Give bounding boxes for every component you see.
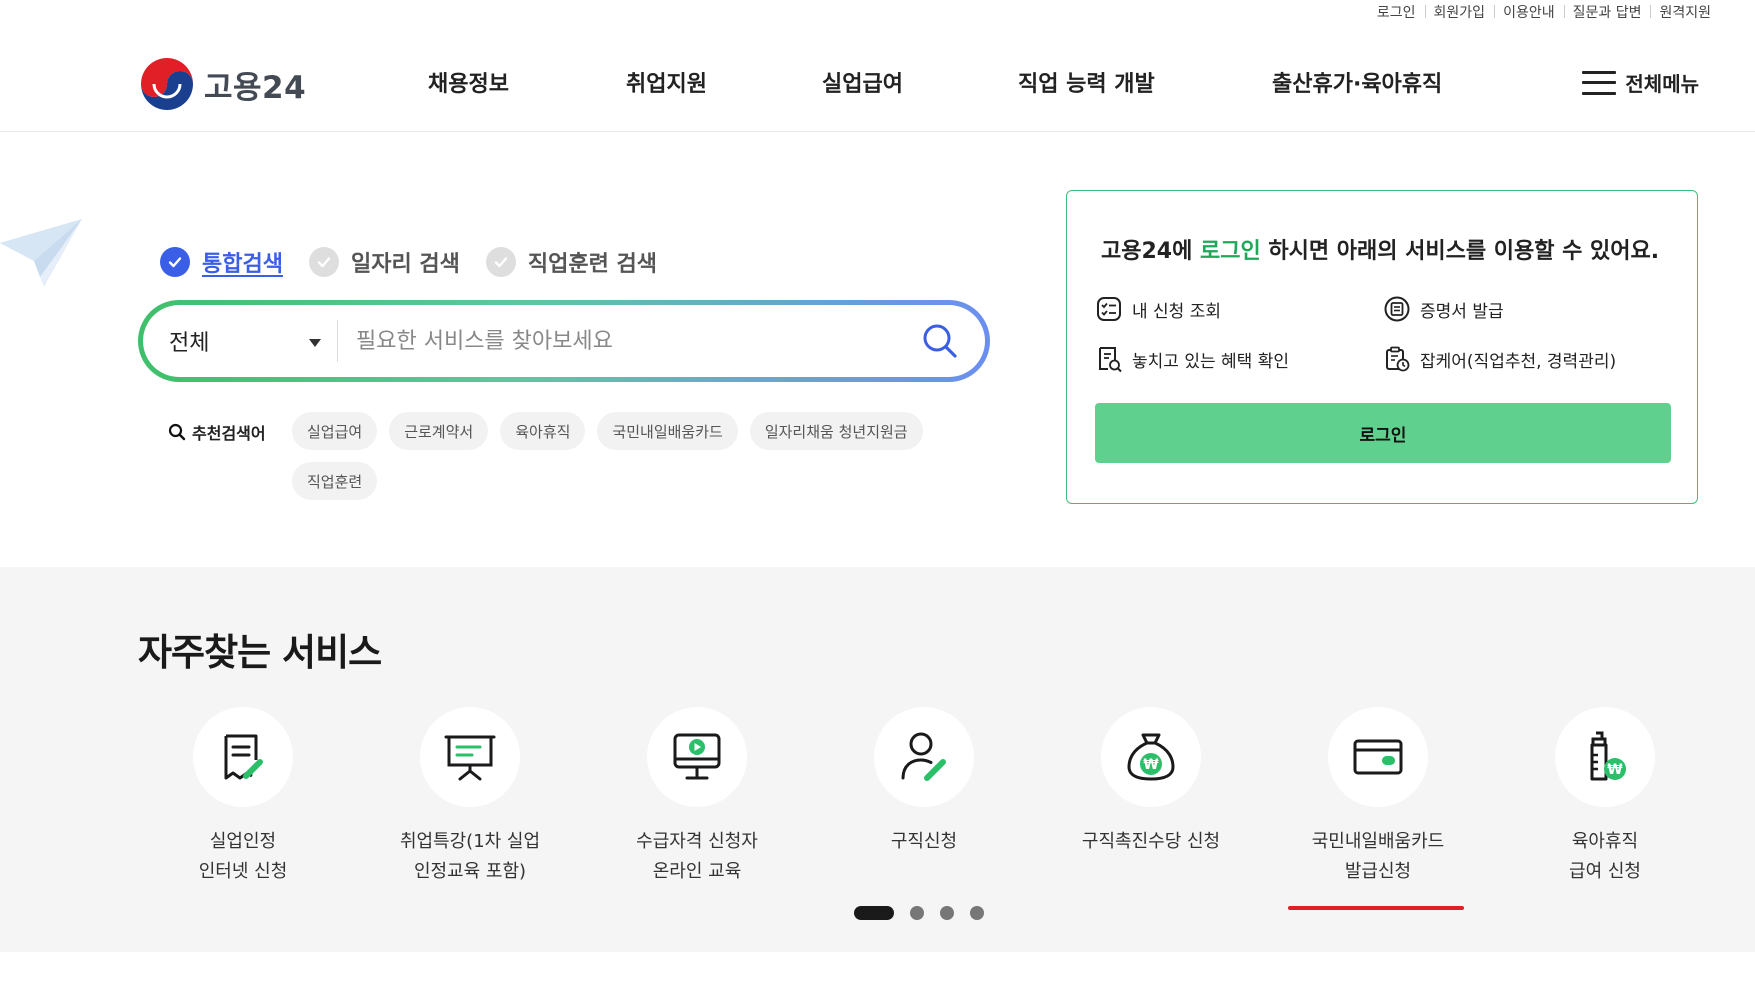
service-label: 구직신청 — [890, 831, 958, 852]
service-online-education[interactable]: 수급자격 신청자 온라인 교육 — [597, 707, 797, 887]
annotation-underline — [1288, 906, 1464, 910]
benefit-search-icon — [1099, 347, 1122, 373]
check-circle-icon — [485, 247, 516, 277]
nav-employment-support[interactable]: 취업지원 — [626, 66, 707, 98]
service-parental-leave-pay[interactable]: ₩ 육아휴직 급여 신청 — [1505, 707, 1705, 887]
svg-text:₩: ₩ — [1143, 757, 1159, 773]
util-signup-link[interactable]: 회원가입 — [1424, 2, 1495, 22]
keyword-chip[interactable]: 일자리채움 청년지원금 — [749, 412, 923, 450]
tab-integrated-search[interactable]: 통합검색 — [160, 246, 283, 278]
search-category-value: 전체 — [169, 331, 210, 356]
paper-plane-icon — [0, 219, 82, 287]
tab-training-search[interactable]: 직업훈련 검색 — [485, 246, 657, 278]
service-job-application[interactable]: 구직신청 — [824, 707, 1024, 857]
service-label: 실업인정 인터넷 신청 — [198, 831, 288, 882]
util-login-link[interactable]: 로그인 — [1368, 2, 1425, 22]
keyword-chip[interactable]: 육아휴직 — [500, 412, 586, 450]
login-card: 고용24에 로그인 하시면 아래의 서비스를 이용할 수 있어요. 내 신청 조… — [1066, 190, 1698, 504]
monitor-play-icon — [673, 733, 721, 780]
hamburger-icon — [1582, 70, 1617, 95]
card-icon — [1353, 739, 1403, 775]
util-qna-link[interactable]: 질문과 답변 — [1563, 2, 1651, 22]
check-circle-icon — [160, 247, 190, 277]
service-label: 취업특강(1차 실업 인정교육 포함) — [399, 831, 541, 882]
search-button[interactable] — [905, 305, 975, 377]
taegeuk-logo-icon — [141, 58, 193, 110]
tab-integrated-search-label: 통합검색 — [202, 252, 283, 277]
tab-job-search-label: 일자리 검색 — [350, 252, 460, 277]
util-guide-link[interactable]: 이용안내 — [1494, 2, 1564, 22]
service-learning-card[interactable]: 국민내일배움카드 발급신청 — [1278, 707, 1478, 887]
caret-down-icon — [309, 339, 321, 347]
pagination-dot-3[interactable] — [940, 906, 954, 920]
all-menu-label: 전체메뉴 — [1625, 72, 1699, 96]
service-missed-benefits[interactable]: 놓치고 있는 혜택 확인 — [1095, 345, 1289, 373]
site-logo[interactable]: 고용24 — [140, 57, 306, 111]
service-job-seeking-allowance[interactable]: ₩ 구직촉진수당 신청 — [1051, 707, 1251, 857]
search-icon — [168, 423, 186, 441]
service-employment-lecture[interactable]: 취업특강(1차 실업 인정교육 포함) — [370, 707, 570, 887]
money-bag-icon: ₩ — [1127, 733, 1175, 781]
service-label: 구직촉진수당 신청 — [1081, 831, 1221, 852]
search-box: 전체 — [138, 300, 990, 382]
service-label: 국민내일배움카드 발급신청 — [1311, 831, 1445, 882]
util-remote-support-link[interactable]: 원격지원 — [1650, 2, 1711, 22]
carousel-pagination — [854, 906, 1000, 920]
nav-parental-leave[interactable]: 출산휴가·육아휴직 — [1272, 66, 1442, 98]
pagination-dot-2[interactable] — [910, 906, 924, 920]
frequent-services-section: 자주찾는 서비스 실업인정 인터넷 신청 취업특강(1차 실업 인정교육 포함)… — [0, 567, 1755, 952]
check-circle-icon — [308, 247, 339, 277]
service-jobcare[interactable]: 잡케어(직업추천, 경력관리) — [1383, 345, 1616, 373]
search-tabs: 통합검색 일자리 검색 직업훈련 검색 — [160, 246, 683, 278]
checklist-icon — [1097, 297, 1121, 321]
pagination-dot-4[interactable] — [970, 906, 984, 920]
jobcare-icon — [1386, 346, 1410, 372]
nav-job-info[interactable]: 채용정보 — [428, 66, 509, 98]
tab-training-search-label: 직업훈련 검색 — [527, 252, 657, 277]
all-menu-button[interactable]: 전체메뉴 — [1582, 68, 1699, 97]
person-edit-icon — [901, 732, 946, 781]
service-my-applications[interactable]: 내 신청 조회 — [1095, 295, 1221, 323]
certificate-icon — [1384, 296, 1410, 322]
nav-vocational-training[interactable]: 직업 능력 개발 — [1018, 66, 1155, 98]
keyword-chip[interactable]: 직업훈련 — [292, 462, 378, 500]
login-card-title: 고용24에 로그인 하시면 아래의 서비스를 이용할 수 있어요. — [1101, 239, 1660, 264]
service-label: 육아휴직 급여 신청 — [1569, 831, 1641, 882]
search-category-select[interactable]: 전체 — [143, 305, 337, 377]
logo-text: 고용24 — [204, 69, 307, 106]
document-edit-icon — [224, 734, 263, 780]
section-title: 자주찾는 서비스 — [138, 631, 382, 674]
login-button[interactable]: 로그인 — [1095, 403, 1671, 463]
keyword-chip[interactable]: 근로계약서 — [389, 412, 489, 450]
search-icon — [923, 324, 957, 358]
service-unemployment-recognition[interactable]: 실업인정 인터넷 신청 — [143, 707, 343, 887]
nav-unemployment-benefit[interactable]: 실업급여 — [822, 66, 903, 98]
recommended-label: 추천검색어 — [168, 420, 266, 444]
presentation-board-icon — [444, 735, 496, 781]
service-label: 수급자격 신청자 온라인 교육 — [636, 831, 758, 882]
baby-bottle-won-icon: ₩ — [1590, 731, 1626, 781]
search-input[interactable] — [338, 305, 905, 377]
service-certificate[interactable]: 증명서 발급 — [1383, 295, 1504, 323]
utility-nav: 로그인 회원가입 이용안내 질문과 답변 원격지원 — [1368, 0, 1711, 24]
svg-text:₩: ₩ — [1607, 762, 1623, 778]
tab-job-search[interactable]: 일자리 검색 — [308, 246, 460, 278]
site-header: 고용24 채용정보 취업지원 실업급여 직업 능력 개발 출산휴가·육아휴직 전… — [0, 24, 1755, 132]
keyword-chip[interactable]: 국민내일배움카드 — [597, 412, 738, 450]
keyword-chip[interactable]: 실업급여 — [292, 412, 378, 450]
login-highlight: 로그인 — [1200, 239, 1261, 264]
pagination-dot-1[interactable] — [854, 906, 894, 920]
